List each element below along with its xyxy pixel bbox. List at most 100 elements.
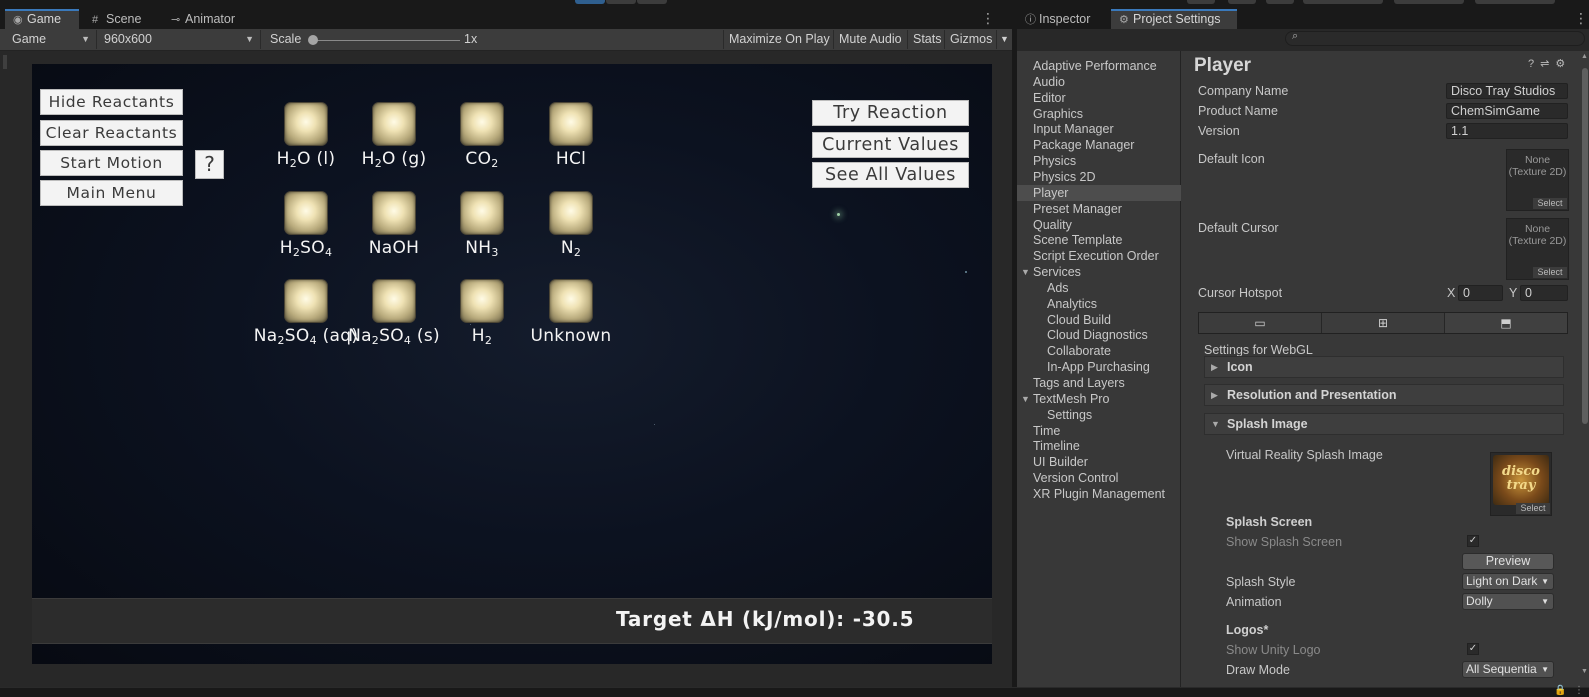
- preview-button[interactable]: Preview: [1462, 553, 1554, 570]
- reactant-tile[interactable]: [372, 191, 416, 235]
- show-unity-logo-checkbox[interactable]: ✓: [1467, 643, 1479, 655]
- hide-reactants-button[interactable]: Hide Reactants: [40, 89, 183, 115]
- collapse-icon[interactable]: ▼: [1021, 264, 1030, 280]
- nav-item-timeline[interactable]: Timeline: [1017, 438, 1181, 454]
- reactant-tile[interactable]: [284, 279, 328, 323]
- reactant-tile[interactable]: [372, 102, 416, 146]
- nav-item-collaborate[interactable]: Collaborate: [1017, 343, 1181, 359]
- pause-button[interactable]: [606, 0, 636, 4]
- resolution-dropdown[interactable]: 960x600 ▼: [99, 30, 261, 49]
- see-all-values-button[interactable]: See All Values: [812, 162, 969, 188]
- nav-item-cloud-build[interactable]: Cloud Build: [1017, 312, 1181, 328]
- nav-item-ui-builder[interactable]: UI Builder: [1017, 454, 1181, 470]
- reactant-tile[interactable]: [284, 191, 328, 235]
- presets-icon[interactable]: ⇌: [1540, 58, 1555, 70]
- toolbar-button[interactable]: [1228, 0, 1256, 4]
- webgl-platform-icon[interactable]: ⬒: [1445, 313, 1567, 333]
- nav-item-preset-manager[interactable]: Preset Manager: [1017, 201, 1181, 217]
- nav-item-ads[interactable]: Ads: [1017, 280, 1181, 296]
- stats-toggle[interactable]: Stats: [907, 30, 947, 49]
- nav-item-input-manager[interactable]: Input Manager: [1017, 121, 1181, 137]
- help-button[interactable]: ?: [195, 150, 224, 179]
- windows-platform-icon[interactable]: ⊞: [1322, 313, 1445, 333]
- nav-item-time[interactable]: Time: [1017, 423, 1181, 439]
- reactant-tile[interactable]: [460, 102, 504, 146]
- splash-image-foldout[interactable]: ▼ Splash Image: [1204, 413, 1564, 435]
- scroll-up-icon[interactable]: ▲: [1581, 53, 1588, 60]
- scroll-thumb[interactable]: [1582, 68, 1588, 424]
- standalone-platform-icon[interactable]: ▭: [1199, 313, 1322, 333]
- help-icon[interactable]: ?: [1528, 58, 1540, 70]
- clear-reactants-button[interactable]: Clear Reactants: [40, 120, 183, 146]
- nav-item-physics[interactable]: Physics: [1017, 153, 1181, 169]
- tab-game[interactable]: ◉ Game: [5, 9, 79, 29]
- settings-search-input[interactable]: ⌕: [1285, 30, 1585, 46]
- scroll-down-icon[interactable]: ▼: [1581, 668, 1588, 675]
- layers-dropdown[interactable]: [1303, 0, 1383, 4]
- nav-item-settings[interactable]: Settings: [1017, 407, 1181, 423]
- gizmos-toggle[interactable]: Gizmos: [944, 30, 997, 49]
- splash-style-dropdown[interactable]: Light on Dark ▼: [1462, 573, 1554, 590]
- draw-mode-dropdown[interactable]: All Sequentia ▼: [1462, 661, 1554, 678]
- layout-dropdown[interactable]: [1475, 0, 1555, 4]
- mute-audio-toggle[interactable]: Mute Audio: [833, 30, 907, 49]
- tab-project-settings[interactable]: ⚙ Project Settings: [1111, 9, 1237, 29]
- nav-item-adaptive-performance[interactable]: Adaptive Performance: [1017, 58, 1181, 74]
- more-icon[interactable]: ⋮: [1574, 10, 1588, 26]
- nav-item-package-manager[interactable]: Package Manager: [1017, 137, 1181, 153]
- start-motion-button[interactable]: Start Motion: [40, 150, 183, 176]
- reactant-tile[interactable]: [460, 279, 504, 323]
- nav-item-physics-2d[interactable]: Physics 2D: [1017, 169, 1181, 185]
- scale-slider-handle[interactable]: [308, 35, 318, 45]
- hotspot-x-field[interactable]: 0: [1458, 285, 1503, 301]
- toolbar-button[interactable]: [1266, 0, 1294, 4]
- maximize-on-play-toggle[interactable]: Maximize On Play: [723, 30, 835, 49]
- nav-item-version-control[interactable]: Version Control: [1017, 470, 1181, 486]
- default-icon-field[interactable]: None (Texture 2D) Select: [1506, 149, 1569, 211]
- tab-inspector[interactable]: ⓘ Inspector: [1017, 9, 1100, 29]
- nav-item-xr-plugin-management[interactable]: XR Plugin Management: [1017, 486, 1181, 502]
- vr-splash-image-field[interactable]: disco tray Select: [1490, 452, 1552, 516]
- toolbar-button[interactable]: [1187, 0, 1215, 4]
- reactant-tile[interactable]: [372, 279, 416, 323]
- animation-dropdown[interactable]: Dolly ▼: [1462, 593, 1554, 610]
- nav-item-audio[interactable]: Audio: [1017, 74, 1181, 90]
- reactant-tile[interactable]: [549, 191, 593, 235]
- chemical-reactant[interactable]: Unknown: [511, 279, 631, 346]
- nav-item-in-app-purchasing[interactable]: In-App Purchasing: [1017, 359, 1181, 375]
- version-field[interactable]: 1.1: [1446, 123, 1568, 139]
- nav-item-graphics[interactable]: Graphics: [1017, 106, 1181, 122]
- more-icon[interactable]: ⋮: [1574, 685, 1584, 696]
- icon-foldout[interactable]: ▶ Icon: [1204, 356, 1564, 378]
- gizmos-dropdown-icon[interactable]: ▼: [996, 30, 1012, 49]
- layout-dropdown[interactable]: [1394, 0, 1464, 4]
- product-name-field[interactable]: ChemSimGame: [1446, 103, 1568, 119]
- chemical-reactant[interactable]: N2: [511, 191, 631, 259]
- select-button[interactable]: Select: [1533, 198, 1567, 209]
- reactant-tile[interactable]: [549, 102, 593, 146]
- lock-icon[interactable]: 🔒: [1554, 685, 1566, 696]
- nav-item-scene-template[interactable]: Scene Template: [1017, 232, 1181, 248]
- nav-item-quality[interactable]: Quality: [1017, 217, 1181, 233]
- chemical-reactant[interactable]: HCl: [511, 102, 631, 169]
- select-button[interactable]: Select: [1533, 267, 1567, 278]
- more-icon[interactable]: ⋮: [981, 10, 995, 26]
- company-name-field[interactable]: Disco Tray Studios: [1446, 83, 1568, 99]
- nav-item-services[interactable]: ▼ Services: [1017, 264, 1181, 280]
- try-reaction-button[interactable]: Try Reaction: [812, 100, 969, 126]
- reactant-tile[interactable]: [460, 191, 504, 235]
- tab-animator[interactable]: ⊸ Animator: [163, 9, 245, 29]
- select-button[interactable]: Select: [1516, 503, 1550, 514]
- tab-scene[interactable]: # Scene: [84, 9, 151, 29]
- hotspot-y-field[interactable]: 0: [1520, 285, 1568, 301]
- collapse-icon[interactable]: ▼: [1021, 391, 1030, 407]
- settings-scrollbar[interactable]: ▲ ▼: [1580, 51, 1589, 687]
- reactant-tile[interactable]: [549, 279, 593, 323]
- reactant-tile[interactable]: [284, 102, 328, 146]
- settings-icon[interactable]: ⚙: [1555, 58, 1571, 70]
- nav-item-tags-and-layers[interactable]: Tags and Layers: [1017, 375, 1181, 391]
- scale-slider-track[interactable]: [313, 40, 460, 41]
- play-button[interactable]: [575, 0, 605, 4]
- show-splash-checkbox[interactable]: ✓: [1467, 535, 1479, 547]
- nav-item-editor[interactable]: Editor: [1017, 90, 1181, 106]
